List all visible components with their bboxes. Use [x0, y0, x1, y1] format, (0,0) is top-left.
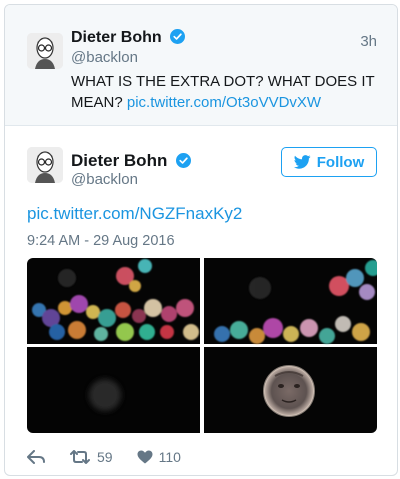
verified-badge-icon — [170, 29, 186, 44]
reply-tweet-text: WHAT IS THE EXTRA DOT? WHAT DOES IT MEAN… — [71, 71, 381, 113]
heart-icon — [137, 450, 153, 464]
tweet-action-bar: 59 110 — [27, 447, 205, 467]
tweet-timestamp[interactable]: 9:24 AM - 29 Aug 2016 — [27, 233, 175, 249]
media-image-3[interactable] — [27, 347, 200, 433]
retweet-button[interactable]: 59 — [69, 449, 113, 465]
follow-button[interactable]: Follow — [281, 147, 377, 177]
retweet-count: 59 — [97, 449, 113, 465]
author-avatar[interactable] — [27, 147, 63, 183]
like-count: 110 — [158, 449, 181, 465]
author-name-text[interactable]: Dieter Bohn — [71, 29, 162, 46]
author-avatar[interactable] — [27, 33, 63, 69]
reply-tweet-link[interactable]: pic.twitter.com/Ot3oVVDvXW — [127, 94, 321, 111]
twitter-bird-icon — [293, 155, 311, 169]
media-image-1[interactable] — [27, 258, 200, 344]
verified-badge-icon — [176, 153, 192, 168]
reply-arrow-icon — [27, 450, 45, 464]
reply-tweet[interactable]: Dieter Bohn @backlon 3h WHAT IS THE EXTR… — [5, 5, 397, 126]
author-name[interactable]: Dieter Bohn — [71, 29, 186, 47]
media-image-4[interactable] — [204, 347, 377, 433]
media-image-2[interactable] — [204, 258, 377, 344]
like-button[interactable]: 110 — [137, 449, 181, 465]
author-handle[interactable]: @backlon — [71, 49, 138, 66]
tweet-time-ago[interactable]: 3h — [360, 33, 377, 50]
tweet-media-link[interactable]: pic.twitter.com/NGZFnaxKy2 — [27, 204, 242, 224]
tweet-media-grid[interactable] — [27, 258, 377, 433]
reply-button[interactable] — [27, 450, 45, 464]
tweet-embed-card: Dieter Bohn @backlon 3h WHAT IS THE EXTR… — [4, 4, 398, 476]
retweet-icon — [70, 450, 90, 464]
author-handle[interactable]: @backlon — [71, 171, 138, 188]
author-name-text[interactable]: Dieter Bohn — [71, 151, 167, 170]
follow-label: Follow — [316, 153, 365, 171]
author-name[interactable]: Dieter Bohn — [71, 151, 192, 171]
